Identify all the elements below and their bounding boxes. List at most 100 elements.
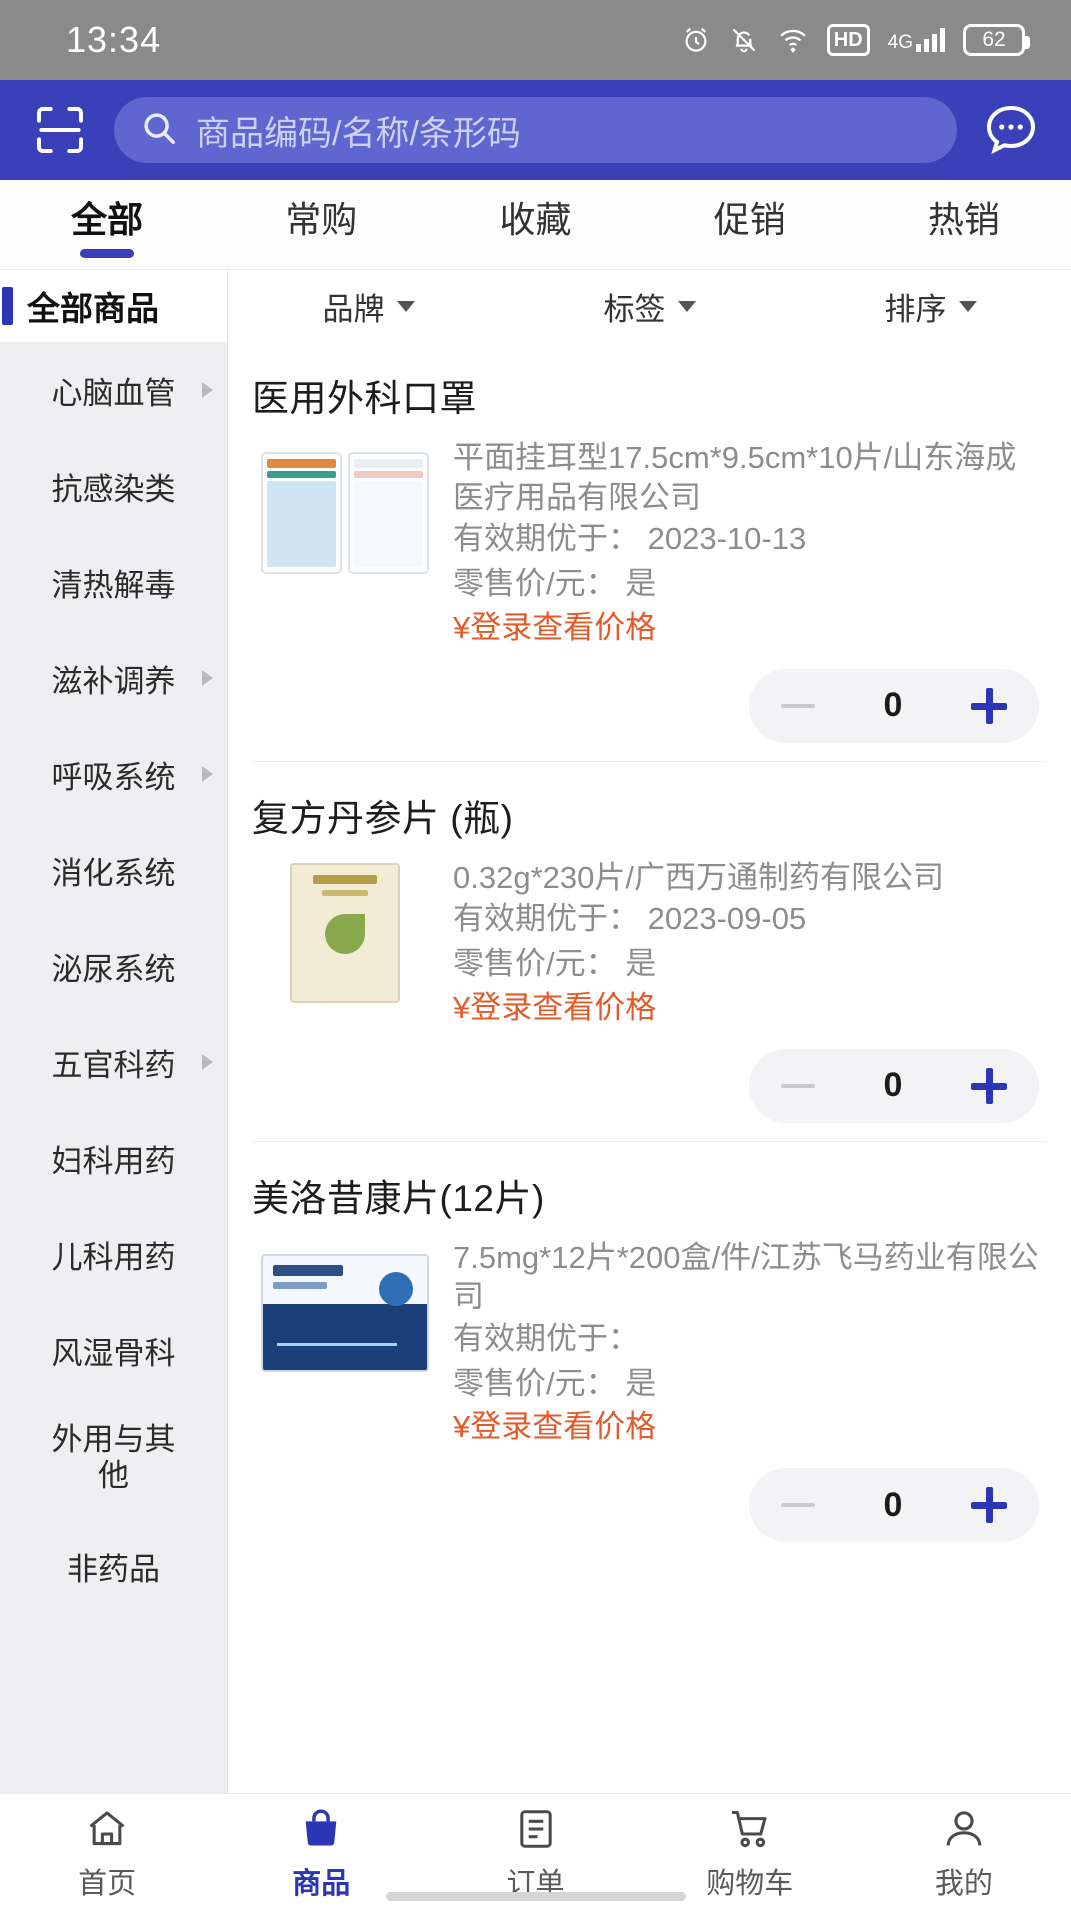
product-price-login[interactable]: ¥登录查看价格 — [453, 1405, 1047, 1450]
chevron-down-icon — [396, 300, 415, 312]
quantity-value[interactable]: 0 — [884, 686, 903, 725]
nav-item-cart[interactable]: 购物车 — [643, 1804, 857, 1902]
minus-icon[interactable] — [781, 1503, 815, 1508]
nav-label: 购物车 — [706, 1867, 794, 1900]
product-content: 品牌 标签 排序 医用外科口罩 平面挂耳型17.5cm*9.5cm*10片/山东… — [228, 270, 1071, 1793]
sidebar-item-urinary[interactable]: 泌尿系统 — [0, 918, 227, 1014]
signal-bars — [916, 28, 945, 52]
filter-sort[interactable]: 排序 — [790, 284, 1071, 329]
tab-label: 常购 — [285, 199, 358, 240]
minus-icon[interactable] — [781, 1083, 815, 1088]
wifi-icon — [777, 25, 809, 55]
sidebar-item-label: 消化系统 — [51, 855, 176, 891]
status-time: 13:34 — [66, 19, 162, 60]
nav-item-products[interactable]: 商品 — [214, 1804, 428, 1902]
search-input[interactable]: 商品编码/名称/条形码 — [114, 97, 957, 163]
top-tab-bar: 全部 常购 收藏 促销 热销 — [0, 180, 1071, 270]
sidebar-item-pediatrics[interactable]: 儿科用药 — [0, 1206, 227, 1302]
hd-icon: HD — [826, 24, 870, 56]
product-card[interactable]: 美洛昔康片(12片) 7.5mg*12片*200盒/件/江苏飞马药业有限公司 有… — [252, 1142, 1047, 1561]
scan-icon[interactable] — [24, 99, 96, 161]
expiry-label: 有效期优于： — [453, 521, 639, 557]
retail-label: 零售价/元： — [453, 1365, 617, 1401]
nav-item-home[interactable]: 首页 — [0, 1804, 214, 1902]
sidebar-item-label: 风湿骨科 — [51, 1335, 176, 1371]
quantity-stepper[interactable]: 0 — [749, 1048, 1039, 1123]
bag-icon — [298, 1804, 344, 1854]
product-name: 医用外科口罩 — [252, 378, 477, 419]
filter-label: 标签 — [603, 291, 666, 327]
sidebar-item-heat-clearing[interactable]: 清热解毒 — [0, 534, 227, 630]
quantity-value[interactable]: 0 — [884, 1066, 903, 1105]
tab-all[interactable]: 全部 — [0, 180, 214, 269]
sidebar-item-respiratory[interactable]: 呼吸系统 — [0, 726, 227, 822]
filter-label: 品牌 — [322, 291, 385, 327]
mute-icon — [729, 25, 759, 55]
quantity-value[interactable]: 0 — [884, 1486, 903, 1525]
sidebar-item-tonic[interactable]: 滋补调养 — [0, 630, 227, 726]
tab-promotion[interactable]: 促销 — [643, 180, 857, 269]
meloxicam-box-image — [260, 1253, 429, 1372]
product-thumbnail[interactable] — [252, 438, 437, 588]
chat-more-icon[interactable] — [975, 97, 1047, 163]
sidebar-item-non-drug[interactable]: 非药品 — [0, 1518, 227, 1614]
nav-item-profile[interactable]: 我的 — [857, 1804, 1071, 1902]
sidebar-item-label: 呼吸系统 — [51, 759, 176, 795]
product-name: 复方丹参片 (瓶) — [252, 797, 514, 839]
sidebar-list: 心脑血管 抗感染类 清热解毒 滋补调养 呼吸系统 消化系统 泌尿系统 五官科药 … — [0, 342, 227, 1793]
battery-icon: 62 — [963, 24, 1030, 56]
category-sidebar: 全部商品 心脑血管 抗感染类 清热解毒 滋补调养 呼吸系统 消化系统 泌尿系统 … — [0, 270, 228, 1793]
signal-4g-icon: 4G — [888, 28, 945, 52]
nav-label: 商品 — [292, 1867, 351, 1900]
sidebar-item-ent[interactable]: 五官科药 — [0, 1014, 227, 1110]
product-card[interactable]: 医用外科口罩 平面挂耳型17.5cm*9.5cm*10片/山东海成医疗用品有限公… — [252, 342, 1047, 762]
sidebar-item-label: 滋补调养 — [51, 663, 176, 699]
sidebar-item-external-other[interactable]: 外用与其他 — [0, 1398, 227, 1518]
quantity-stepper[interactable]: 0 — [749, 668, 1039, 743]
tab-favorites[interactable]: 收藏 — [428, 180, 642, 269]
sidebar-item-label: 儿科用药 — [51, 1239, 176, 1275]
sidebar-item-anti-infective[interactable]: 抗感染类 — [0, 438, 227, 534]
tab-label: 收藏 — [499, 199, 572, 240]
sidebar-item-digestive[interactable]: 消化系统 — [0, 822, 227, 918]
product-info: 平面挂耳型17.5cm*9.5cm*10片/山东海成医疗用品有限公司 有效期优于… — [453, 438, 1047, 651]
product-price-login[interactable]: ¥登录查看价格 — [453, 986, 1047, 1031]
product-thumbnail[interactable] — [252, 1237, 437, 1388]
quantity-stepper[interactable]: 0 — [749, 1468, 1039, 1543]
nav-item-orders[interactable]: 订单 — [428, 1804, 642, 1902]
sidebar-item-cardio[interactable]: 心脑血管 — [0, 342, 227, 438]
retail-value: 是 — [625, 946, 657, 982]
nav-label: 首页 — [78, 1867, 137, 1900]
filter-label: 排序 — [884, 291, 947, 327]
tab-frequent[interactable]: 常购 — [214, 180, 428, 269]
plus-icon[interactable] — [970, 1487, 1007, 1524]
product-spec: 7.5mg*12片*200盒/件/江苏飞马药业有限公司 — [453, 1239, 1039, 1315]
expiry-value: 2023-09-05 — [647, 901, 807, 937]
user-icon — [941, 1804, 987, 1854]
chevron-right-icon — [202, 670, 213, 686]
sidebar-item-label: 非药品 — [67, 1551, 160, 1587]
plus-icon[interactable] — [970, 1067, 1007, 1104]
sidebar-item-gynecology[interactable]: 妇科用药 — [0, 1110, 227, 1206]
battery-level: 62 — [982, 28, 1006, 51]
status-icons: HD 4G 62 — [681, 24, 1030, 56]
filter-tag[interactable]: 标签 — [509, 284, 790, 329]
retail-label: 零售价/元： — [453, 946, 617, 982]
product-retail: 零售价/元： 是 — [453, 942, 1047, 985]
chevron-right-icon — [202, 766, 213, 782]
product-card[interactable]: 复方丹参片 (瓶) 0.32g*230片/广西万通制药有限公司 有效期优于： 2… — [252, 762, 1047, 1142]
nav-label: 我的 — [934, 1867, 993, 1900]
product-thumbnail[interactable] — [252, 857, 437, 1008]
product-price-login[interactable]: ¥登录查看价格 — [453, 606, 1047, 651]
search-icon — [140, 109, 178, 152]
plus-icon[interactable] — [970, 687, 1007, 724]
tab-label: 促销 — [713, 199, 786, 240]
tab-label: 热销 — [927, 199, 1000, 240]
tab-label: 全部 — [71, 199, 144, 240]
filter-brand[interactable]: 品牌 — [228, 284, 509, 329]
sidebar-item-label: 五官科药 — [51, 1047, 176, 1083]
sidebar-item-rheumatology[interactable]: 风湿骨科 — [0, 1302, 227, 1398]
sidebar-item-label: 妇科用药 — [51, 1143, 176, 1179]
minus-icon[interactable] — [781, 703, 815, 708]
tab-hot[interactable]: 热销 — [857, 180, 1071, 269]
